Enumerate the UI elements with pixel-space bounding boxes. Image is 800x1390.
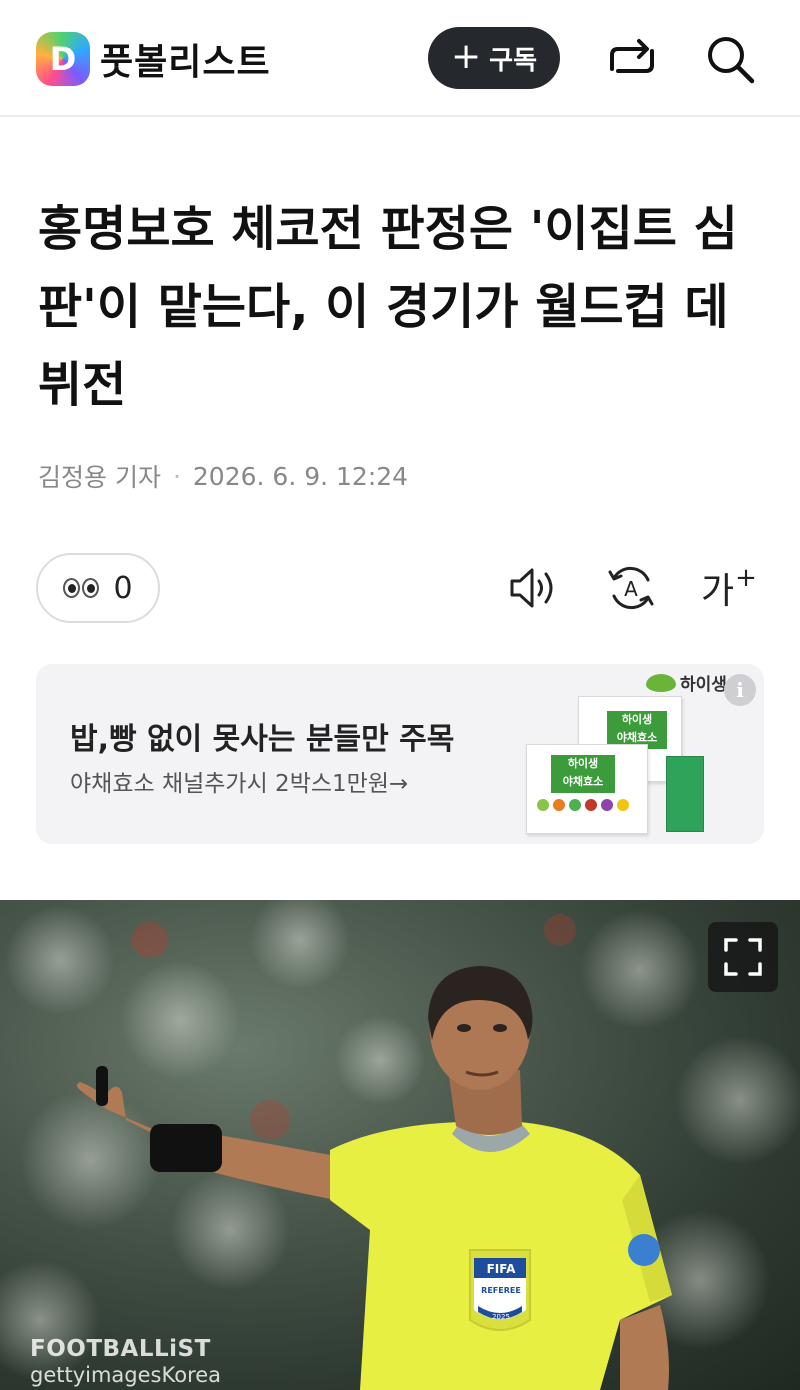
logo-letter: D xyxy=(49,40,77,78)
speaker-icon[interactable] xyxy=(506,560,560,616)
leaf-logo-icon xyxy=(646,673,676,692)
top-header: D 풋볼리스트 + 구독 xyxy=(0,0,800,117)
credit-getty: gettyimagesKorea xyxy=(30,1363,222,1387)
ad-info-icon[interactable]: i xyxy=(724,674,756,706)
search-icon[interactable] xyxy=(704,33,756,85)
translate-icon[interactable]: A xyxy=(604,560,658,616)
eyes-emoji-icon xyxy=(63,578,100,598)
share-icon[interactable] xyxy=(606,33,658,85)
badge-year-text: 2025 xyxy=(492,1313,510,1321)
reaction-count: 0 xyxy=(113,570,133,606)
article-meta: 김정용 기자 · 2026. 6. 9. 12:24 xyxy=(38,458,408,494)
reaction-button[interactable]: 0 xyxy=(36,553,160,623)
subscribe-label: 구독 xyxy=(489,45,537,76)
daum-logo[interactable]: D xyxy=(36,32,90,86)
fullscreen-button[interactable] xyxy=(708,922,778,992)
referee-photo-illustration xyxy=(0,900,800,1390)
product-label-brand: 하이생 xyxy=(567,757,599,770)
product-box-front: 하이생야채효소 xyxy=(526,744,648,834)
ad-banner[interactable]: 밥,빵 없이 못사는 분들만 주목 야채효소 채널추가시 2박스1만원→ 하이생… xyxy=(36,664,764,844)
credit-footballist: FOOTBALLiST xyxy=(30,1336,211,1362)
product-label-name: 야채효소 xyxy=(562,775,604,788)
reporter-name[interactable]: 김정용 기자 xyxy=(38,458,161,494)
ad-subtitle: 야채효소 채널추가시 2박스1만원→ xyxy=(70,771,409,797)
expand-icon xyxy=(724,938,762,976)
product-pouch xyxy=(666,756,704,832)
meta-separator: · xyxy=(172,461,181,491)
badge-fifa-text: FIFA xyxy=(486,1262,516,1276)
ad-title: 밥,빵 없이 못사는 분들만 주목 xyxy=(70,722,455,757)
font-size-button[interactable]: 가 + xyxy=(701,560,757,616)
plus-icon: + xyxy=(450,35,482,77)
article-photo[interactable]: FIFA REFEREE 2025 xyxy=(0,900,800,1390)
subscribe-button[interactable]: + 구독 xyxy=(428,27,560,89)
ad-brand: 하이생 xyxy=(646,670,727,695)
svg-text:A: A xyxy=(624,577,638,601)
article-title: 홍명보호 체코전 판정은 '이집트 심판'이 맡는다, 이 경기가 월드컵 데뷔… xyxy=(38,201,738,413)
channel-name[interactable]: 풋볼리스트 xyxy=(100,33,271,85)
product-label-brand: 하이생 xyxy=(621,713,653,726)
photo-credit: FOOTBALLiST gettyimagesKorea xyxy=(30,1336,221,1388)
ad-brand-name: 하이생 xyxy=(680,675,727,695)
font-size-plus: + xyxy=(735,563,757,593)
font-size-label: 가 xyxy=(701,571,735,612)
product-label-name: 야채효소 xyxy=(616,731,658,744)
badge-referee-text: REFEREE xyxy=(481,1286,521,1295)
vegetables-image xyxy=(537,799,629,811)
publish-date: 2026. 6. 9. 12:24 xyxy=(192,461,409,491)
